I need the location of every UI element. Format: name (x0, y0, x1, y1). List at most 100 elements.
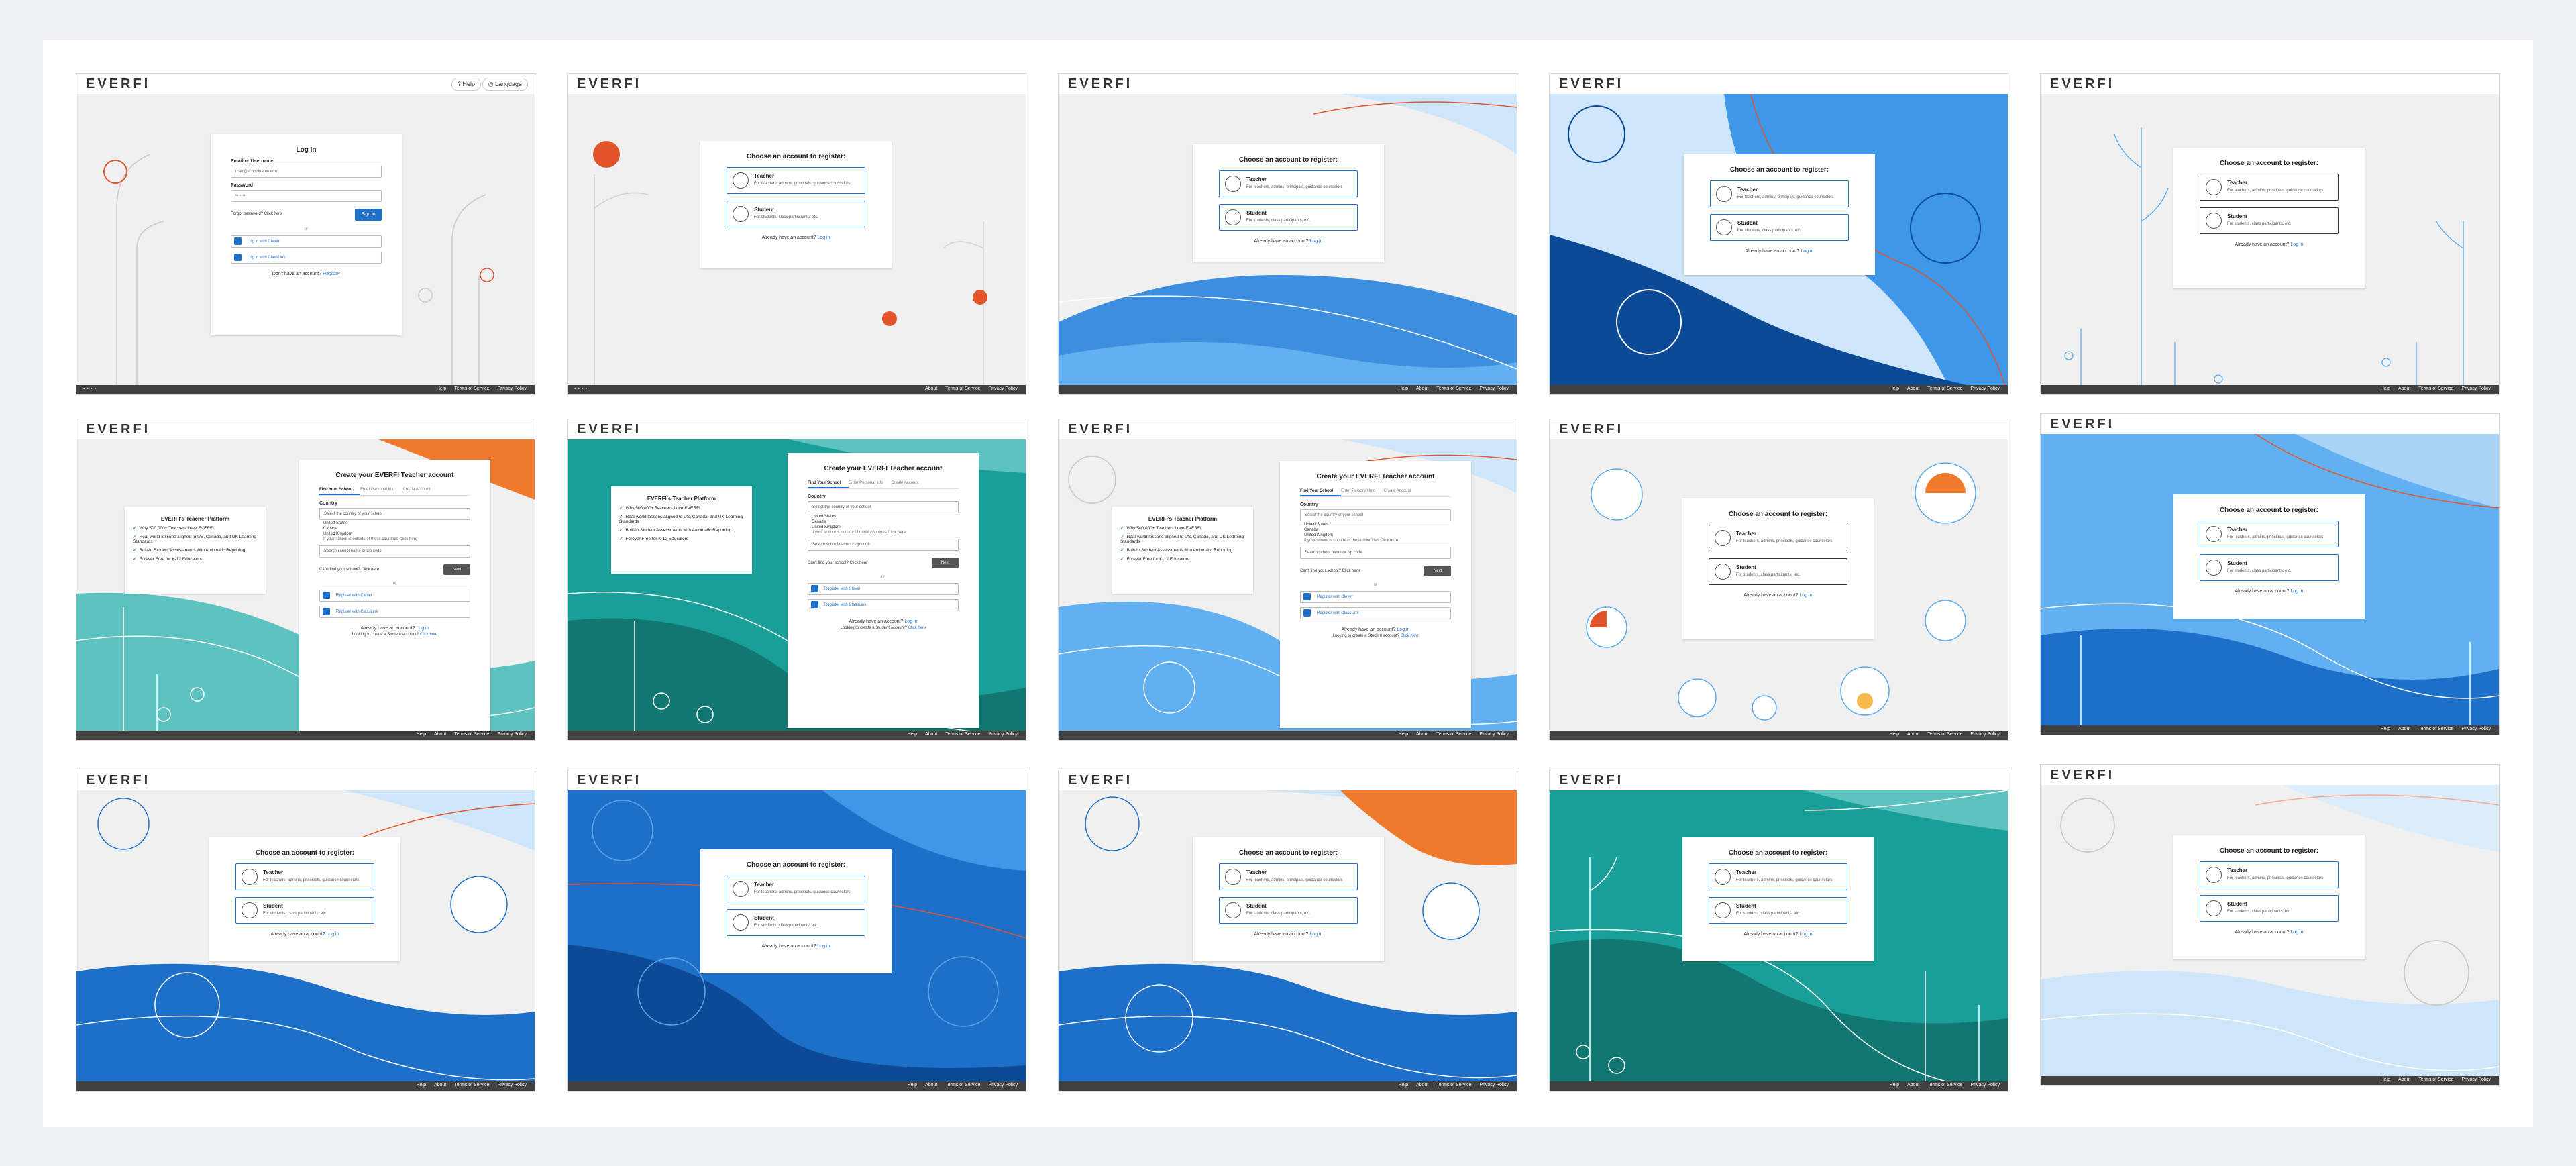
footer-help-link[interactable]: Help (1890, 1083, 1899, 1088)
footer-about-link[interactable]: About (1907, 386, 1919, 391)
classlink-register-button[interactable]: Register with ClassLink (1300, 607, 1451, 619)
footer-privacy-link[interactable]: Privacy Policy (1970, 1083, 2000, 1088)
login-link[interactable]: Log in (416, 626, 429, 631)
social-icons[interactable]: ▪▪▪▪ (574, 386, 589, 391)
register-link[interactable]: Register (323, 272, 340, 276)
everfi-logo[interactable]: EVERFI (1068, 76, 1132, 92)
everfi-logo[interactable]: EVERFI (1068, 773, 1132, 788)
footer-help-link[interactable]: Help (417, 1083, 426, 1088)
footer-about-link[interactable]: About (2398, 386, 2410, 391)
student-option[interactable]: Student For students, class participants,… (727, 909, 865, 936)
login-link[interactable]: Log in (2290, 589, 2303, 594)
country-select[interactable]: Select the country of your school (808, 501, 959, 513)
student-option[interactable]: Student For students, class participants,… (2200, 207, 2339, 234)
footer-terms-link[interactable]: Terms of Service (2418, 1077, 2453, 1082)
login-link[interactable]: Log in (326, 932, 339, 937)
teacher-option[interactable]: Teacher For teachers, admins, principals,… (1219, 170, 1358, 197)
footer-privacy-link[interactable]: Privacy Policy (1970, 386, 2000, 391)
classlink-register-button[interactable]: Register with ClassLink (808, 599, 959, 611)
teacher-option[interactable]: Teacher For teachers, admins, principals,… (1219, 863, 1358, 890)
classlink-register-button[interactable]: Register with ClassLink (319, 606, 470, 618)
footer-privacy-link[interactable]: Privacy Policy (2461, 727, 2491, 731)
country-option[interactable]: Canada (323, 527, 470, 531)
help-button[interactable]: ? Help (451, 78, 481, 91)
footer-terms-link[interactable]: Terms of Service (454, 1083, 489, 1088)
everfi-logo[interactable]: EVERFI (2050, 76, 2114, 92)
teacher-option[interactable]: Teacher For teachers, admins, principals,… (2200, 521, 2339, 547)
footer-terms-link[interactable]: Terms of Service (945, 1083, 980, 1088)
footer-terms-link[interactable]: Terms of Service (454, 732, 489, 737)
password-field[interactable]: •••••••• (231, 190, 382, 202)
footer-terms-link[interactable]: Terms of Service (1436, 1083, 1471, 1088)
social-icons[interactable]: ▪▪▪▪ (83, 386, 98, 391)
footer-terms-link[interactable]: Terms of Service (1927, 386, 1962, 391)
footer-help-link[interactable]: Help (437, 386, 446, 391)
footer-privacy-link[interactable]: Privacy Policy (1479, 386, 1509, 391)
login-link[interactable]: Log in (817, 944, 830, 949)
footer-privacy-link[interactable]: Privacy Policy (497, 732, 527, 737)
tab-find-school[interactable]: Find Your School (808, 479, 849, 488)
teacher-option[interactable]: Teacher For teachers, admins, principals,… (727, 167, 865, 194)
student-account-link[interactable]: Click here (420, 633, 438, 637)
student-option[interactable]: Student For students, class participants,… (2200, 554, 2339, 581)
everfi-logo[interactable]: EVERFI (1559, 422, 1623, 437)
everfi-logo[interactable]: EVERFI (1068, 422, 1132, 437)
footer-terms-link[interactable]: Terms of Service (945, 732, 980, 737)
footer-help-link[interactable]: Help (1890, 732, 1899, 737)
everfi-logo[interactable]: EVERFI (2050, 417, 2114, 432)
footer-help-link[interactable]: Help (1399, 1083, 1408, 1088)
footer-terms-link[interactable]: Terms of Service (2418, 727, 2453, 731)
teacher-option[interactable]: Teacher For teachers, admins, principals,… (2200, 861, 2339, 888)
login-link[interactable]: Log in (1801, 249, 1813, 254)
teacher-option[interactable]: Teacher For teachers, admins, principals,… (235, 863, 374, 890)
footer-help-link[interactable]: Help (908, 1083, 917, 1088)
footer-about-link[interactable]: About (2398, 1077, 2410, 1082)
student-account-link[interactable]: Click here (1401, 634, 1419, 638)
everfi-logo[interactable]: EVERFI (577, 773, 641, 788)
tab-create-account[interactable]: Create Account (892, 479, 927, 488)
country-option[interactable]: Canada (812, 520, 959, 524)
footer-terms-link[interactable]: Terms of Service (1436, 386, 1471, 391)
login-link[interactable]: Log in (1309, 239, 1322, 244)
login-link[interactable]: Log in (2290, 930, 2303, 935)
student-option[interactable]: Student For students, class participants,… (727, 201, 865, 227)
footer-about-link[interactable]: About (1416, 732, 1428, 737)
cant-find-school-link[interactable]: Can't find your school? Click here (1300, 569, 1360, 573)
footer-help-link[interactable]: Help (417, 732, 426, 737)
footer-about-link[interactable]: About (434, 732, 446, 737)
cant-find-school-link[interactable]: Can't find your school? Click here (808, 561, 867, 565)
next-button[interactable]: Next (443, 564, 470, 575)
footer-terms-link[interactable]: Terms of Service (945, 386, 980, 391)
footer-about-link[interactable]: About (925, 732, 937, 737)
teacher-option[interactable]: Teacher For teachers, admins, principals,… (1709, 863, 1847, 890)
next-button[interactable]: Next (932, 558, 959, 568)
clever-register-button[interactable]: Register with Clever (808, 583, 959, 595)
login-link[interactable]: Log in (1397, 627, 1409, 632)
footer-about-link[interactable]: About (434, 1083, 446, 1088)
footer-help-link[interactable]: Help (1399, 386, 1408, 391)
country-option[interactable]: United Kingdom (323, 532, 470, 536)
clever-register-button[interactable]: Register with Clever (1300, 591, 1451, 603)
tab-personal-info[interactable]: Enter Personal Info (849, 479, 891, 488)
teacher-option[interactable]: Teacher For teachers, admins, principals,… (1709, 525, 1847, 551)
footer-help-link[interactable]: Help (2381, 727, 2390, 731)
country-option[interactable]: United Kingdom (1304, 533, 1451, 537)
student-option[interactable]: Student For students, class participants,… (1709, 558, 1847, 585)
clever-register-button[interactable]: Register with Clever (319, 590, 470, 602)
footer-help-link[interactable]: Help (2381, 1077, 2390, 1082)
country-hint[interactable]: If your school is outside of these count… (1304, 539, 1451, 543)
footer-about-link[interactable]: About (2398, 727, 2410, 731)
country-hint[interactable]: If your school is outside of these count… (812, 531, 959, 535)
country-select[interactable]: Select the country of your school (1300, 509, 1451, 521)
cant-find-school-link[interactable]: Can't find your school? Click here (319, 568, 379, 572)
footer-help-link[interactable]: Help (908, 732, 917, 737)
everfi-logo[interactable]: EVERFI (86, 422, 150, 437)
tab-find-school[interactable]: Find Your School (1300, 487, 1342, 496)
everfi-logo[interactable]: EVERFI (1559, 773, 1623, 788)
student-option[interactable]: Student For students, class participants,… (1219, 204, 1358, 231)
footer-privacy-link[interactable]: Privacy Policy (497, 386, 527, 391)
footer-about-link[interactable]: About (1907, 732, 1919, 737)
country-option[interactable]: Canada (1304, 528, 1451, 532)
footer-privacy-link[interactable]: Privacy Policy (2461, 1077, 2491, 1082)
sign-in-button[interactable]: Sign in (355, 209, 382, 221)
